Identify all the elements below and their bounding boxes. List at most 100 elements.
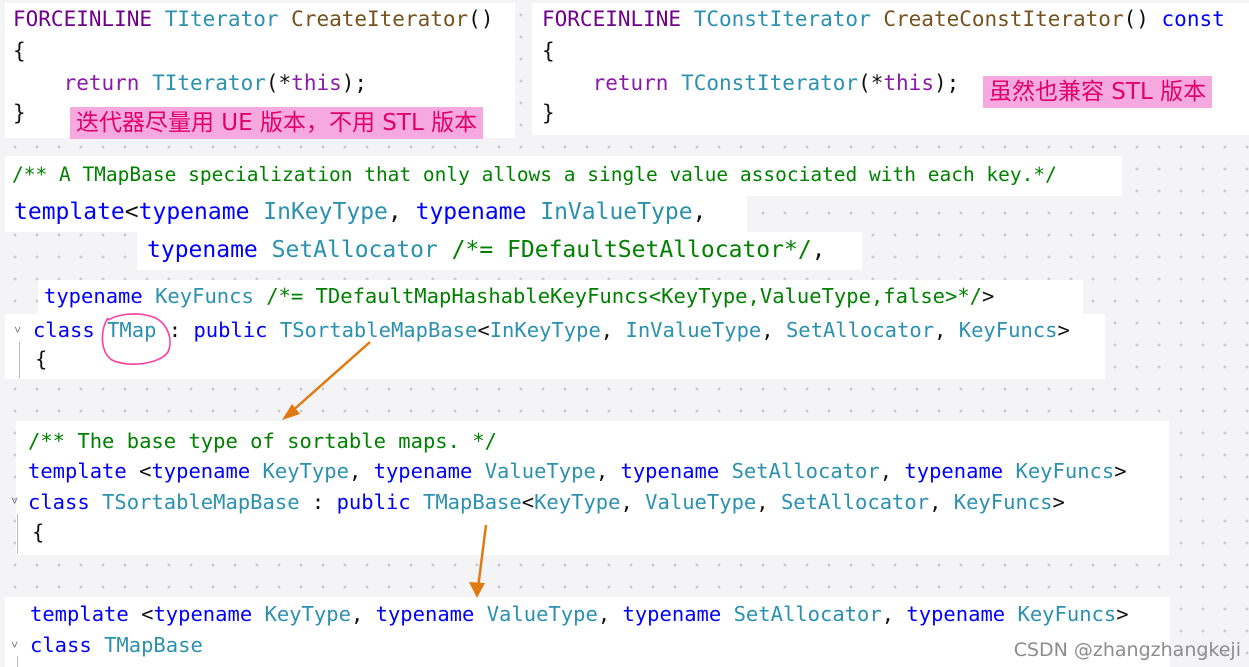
code-token: KeyType	[534, 490, 621, 514]
code-token: >	[982, 284, 995, 308]
code-line: template <typename KeyType, typename Val…	[28, 459, 1127, 483]
code-token: ValueType	[645, 490, 757, 514]
code-token: KeyType	[262, 459, 349, 483]
code-comment: /** A TMapBase specialization that only …	[12, 163, 1057, 186]
code-token: :	[156, 318, 194, 342]
code-line: typename SetAllocator /*= FDefaultSetAll…	[147, 237, 826, 263]
code-token: class	[30, 633, 105, 657]
code-token: typename	[44, 284, 156, 308]
code-token: SetAllocator	[733, 602, 882, 626]
code-token: KeyFuncs	[155, 284, 267, 308]
code-token: KeyType	[264, 602, 351, 626]
arrow-head	[469, 582, 485, 598]
code-token: {	[32, 520, 45, 544]
code-token: ,	[348, 459, 374, 483]
code-token: typename	[375, 602, 487, 626]
code-token: typename	[906, 602, 1018, 626]
code-token: ,	[350, 602, 376, 626]
code-token: ,	[387, 199, 416, 225]
indent-guide	[19, 342, 20, 378]
code-token: <	[124, 199, 139, 225]
code-token: >	[1057, 318, 1070, 342]
code-token: typename	[415, 199, 541, 225]
code-token: TMapBase	[422, 490, 522, 514]
code-token: >	[1052, 490, 1065, 514]
code-token: KeyFuncs	[953, 490, 1053, 514]
code-token: ,	[811, 237, 826, 263]
code-token: InValueType	[540, 199, 693, 225]
code-token: class	[28, 490, 103, 514]
code-token: typename	[622, 602, 734, 626]
code-line: template <typename KeyType, typename Val…	[30, 602, 1129, 626]
code-token: {	[35, 347, 48, 371]
indent-guide	[17, 514, 18, 554]
chevron-down-icon[interactable]: ˅	[11, 494, 18, 509]
code-token: <	[141, 602, 154, 626]
code-token: ,	[595, 459, 621, 483]
code-token: typename	[153, 602, 265, 626]
chevron-down-icon[interactable]: ˅	[14, 323, 21, 338]
code-token: ,	[692, 199, 707, 225]
code-token: typename	[620, 459, 732, 483]
code-token: <	[477, 318, 490, 342]
code-line: {	[32, 520, 44, 544]
code-token: /*= FDefaultSetAllocator*/	[451, 237, 812, 263]
code-token: InKeyType	[489, 318, 601, 342]
code-line: typename KeyFuncs /*= TDefaultMapHashabl…	[44, 284, 994, 308]
code-token: SetAllocator	[785, 318, 935, 342]
code-token: SetAllocator	[731, 459, 880, 483]
code-token: ,	[756, 490, 781, 514]
code-token: TMapBase	[104, 633, 203, 657]
code-token: typename	[904, 459, 1016, 483]
code-token: ValueType	[484, 459, 596, 483]
code-token: >	[1114, 459, 1127, 483]
code-token: KeyFuncs	[1017, 602, 1117, 626]
snippet-map-base: template <typename KeyType, typename Val…	[5, 597, 1170, 667]
code-token: ,	[929, 490, 954, 514]
code-token: TSortableMapBase	[102, 490, 300, 514]
code-token: ValueType	[486, 602, 598, 626]
code-token: ,	[879, 459, 905, 483]
code-token: typename	[373, 459, 485, 483]
code-token: public	[193, 318, 280, 342]
code-token: typename	[151, 459, 263, 483]
code-token: template	[30, 602, 142, 626]
csdn-watermark: CSDN @zhangzhangkeji	[1013, 639, 1241, 661]
code-token: ,	[620, 490, 646, 514]
chevron-down-icon[interactable]: ˅	[11, 638, 18, 653]
snippet-tmap: /** A TMapBase specialization that only …	[0, 0, 1249, 400]
indent-guide	[17, 656, 18, 667]
code-token: /** A TMapBase specialization that only …	[12, 163, 1057, 186]
code-token: SetAllocator	[271, 237, 452, 263]
code-token: InValueType	[625, 318, 762, 342]
code-token: <	[139, 459, 152, 483]
code-token: template	[28, 459, 140, 483]
code-line: {	[35, 347, 47, 371]
code-token: ,	[761, 318, 786, 342]
code-token: SetAllocator	[780, 490, 930, 514]
code-token: public	[336, 490, 423, 514]
code-token: ,	[597, 602, 623, 626]
code-token: >	[1116, 602, 1129, 626]
code-line: template<typename InKeyType, typename In…	[14, 199, 706, 225]
code-token: template	[14, 199, 125, 225]
code-token: TSortableMapBase	[279, 318, 478, 342]
code-line: class TMap : public TSortableMapBase<InK…	[33, 318, 1070, 342]
code-token: typename	[138, 199, 264, 225]
code-token: typename	[147, 237, 272, 263]
code-token: ,	[600, 318, 626, 342]
code-token: :	[299, 490, 337, 514]
code-comment: /** The base type of sortable maps. */	[28, 429, 497, 453]
arrow-head	[282, 404, 300, 420]
code-token: /** The base type of sortable maps. */	[28, 429, 497, 453]
code-token: InKeyType	[263, 199, 388, 225]
code-token: <	[521, 490, 535, 514]
code-token: KeyFuncs	[958, 318, 1058, 342]
code-token: ,	[934, 318, 959, 342]
snippet-sortable-map-base: /** The base type of sortable maps. */ t…	[16, 421, 1169, 555]
code-token: /*= TDefaultMapHashableKeyFuncs<KeyType,…	[266, 284, 983, 308]
code-token: class	[33, 318, 108, 342]
code-line: class TMapBase	[30, 633, 203, 657]
code-token: TMap	[107, 318, 157, 342]
code-token: KeyFuncs	[1015, 459, 1115, 483]
